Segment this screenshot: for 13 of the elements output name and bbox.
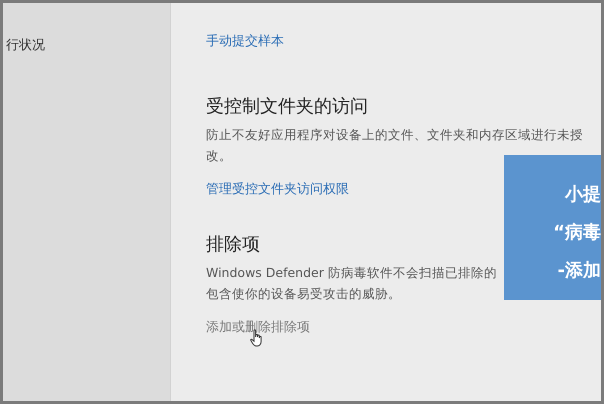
link[interactable]: 添加或删除排除项 <box>206 318 310 336</box>
link[interactable]: 管理受控文件夹访问权限 <box>206 180 349 198</box>
section-heading: 受控制文件夹的访问 <box>206 95 369 118</box>
tip-text: “病毒 <box>552 221 601 245</box>
sidebar-item[interactable]: 行状况 <box>6 38 45 53</box>
section-heading: 排除项 <box>206 233 261 256</box>
tip-text: -添加 <box>556 259 601 283</box>
link[interactable]: 手动提交样本 <box>206 32 284 50</box>
description-text: 包含使你的设备易受攻击的威胁。 <box>206 285 401 303</box>
tip-text: 小提 <box>564 183 601 207</box>
description-text: 改。 <box>206 147 232 165</box>
description-text: Windows Defender 防病毒软件不会扫描已排除的 <box>206 264 497 282</box>
description-text: 防止不友好应用程序对设备上的文件、文件夹和内存区域进行未授 <box>206 126 583 144</box>
